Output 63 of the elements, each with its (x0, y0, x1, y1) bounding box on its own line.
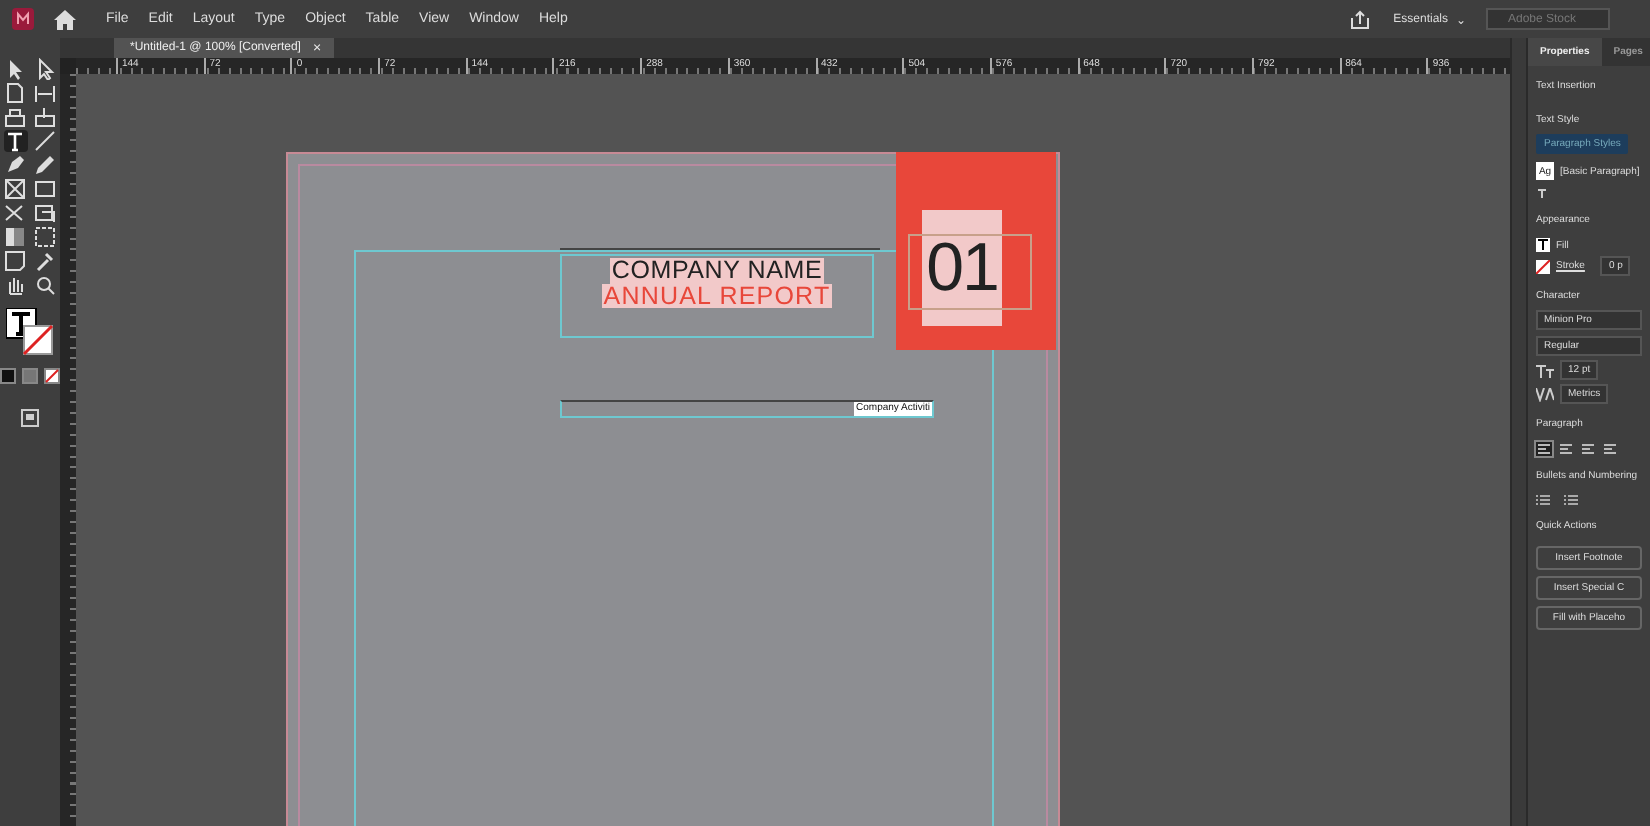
align-button[interactable] (1602, 442, 1618, 456)
crossed-frame-icon (4, 178, 26, 200)
home-icon[interactable] (54, 9, 76, 29)
tool-button[interactable] (3, 226, 27, 248)
tool-button[interactable] (33, 82, 57, 104)
page-icon (4, 82, 26, 104)
gap-icon (34, 82, 56, 104)
align-button[interactable] (1558, 442, 1574, 456)
align-button[interactable] (1580, 442, 1596, 456)
fill-icon[interactable] (1536, 238, 1550, 252)
align-icon (1538, 444, 1550, 454)
dashed-square-icon (34, 226, 56, 248)
share-icon[interactable] (1349, 9, 1370, 29)
type-icon (4, 130, 26, 152)
line-icon (34, 130, 56, 152)
page-number-text: 01 (922, 210, 1002, 326)
stroke-icon[interactable] (1536, 259, 1550, 273)
tool-button[interactable] (33, 202, 57, 224)
tool-button[interactable] (33, 226, 57, 248)
solid-color-icon[interactable] (0, 368, 16, 384)
tool-button[interactable] (3, 154, 27, 176)
screen-mode-icon[interactable] (20, 408, 40, 428)
tool-button[interactable] (33, 250, 57, 272)
tool-button[interactable] (33, 106, 57, 128)
tool-button[interactable] (33, 154, 57, 176)
tool-button[interactable] (33, 178, 57, 200)
kerning-icon (1536, 387, 1554, 401)
font-size-icon (1536, 363, 1554, 377)
gradient-icon (4, 226, 26, 248)
hollow-arrow-icon (34, 58, 56, 80)
align-icon (1604, 444, 1616, 454)
pen-icon (4, 154, 26, 176)
company-name-text: COMPANY NAME (609, 258, 825, 284)
tool-button[interactable] (3, 250, 27, 272)
tray-icon (4, 106, 26, 128)
transform-icon (34, 202, 56, 224)
tool-button[interactable] (33, 130, 57, 152)
none-swatch-icon[interactable] (44, 368, 60, 384)
tool-button[interactable] (3, 82, 27, 104)
align-icon (1560, 444, 1572, 454)
align-icon (1582, 444, 1594, 454)
pencil-icon (34, 154, 56, 176)
zoom-icon (34, 274, 56, 296)
note-icon (4, 250, 26, 272)
tool-button[interactable] (3, 178, 27, 200)
tray-arrow-icon (34, 106, 56, 128)
numbered-list-icon[interactable] (1564, 494, 1578, 506)
align-button[interactable] (1536, 442, 1552, 456)
report-title-text: ANNUAL REPORT (601, 284, 833, 308)
tool-button[interactable] (33, 58, 57, 80)
arrow-icon (4, 58, 26, 80)
tool-button[interactable] (3, 106, 27, 128)
number-frame (908, 234, 1032, 310)
hand-icon (4, 274, 26, 296)
fill-stroke-swatch-icon[interactable] (6, 308, 54, 356)
bullet-list-icon[interactable] (1536, 494, 1550, 506)
gradient-swatch-icon[interactable] (22, 368, 38, 384)
tool-button[interactable] (33, 274, 57, 296)
app-logo-icon (12, 8, 34, 30)
eyedropper-icon (34, 250, 56, 272)
scrollbar[interactable] (1510, 38, 1528, 826)
rectangle-icon (34, 178, 56, 200)
tool-button[interactable] (3, 274, 27, 296)
